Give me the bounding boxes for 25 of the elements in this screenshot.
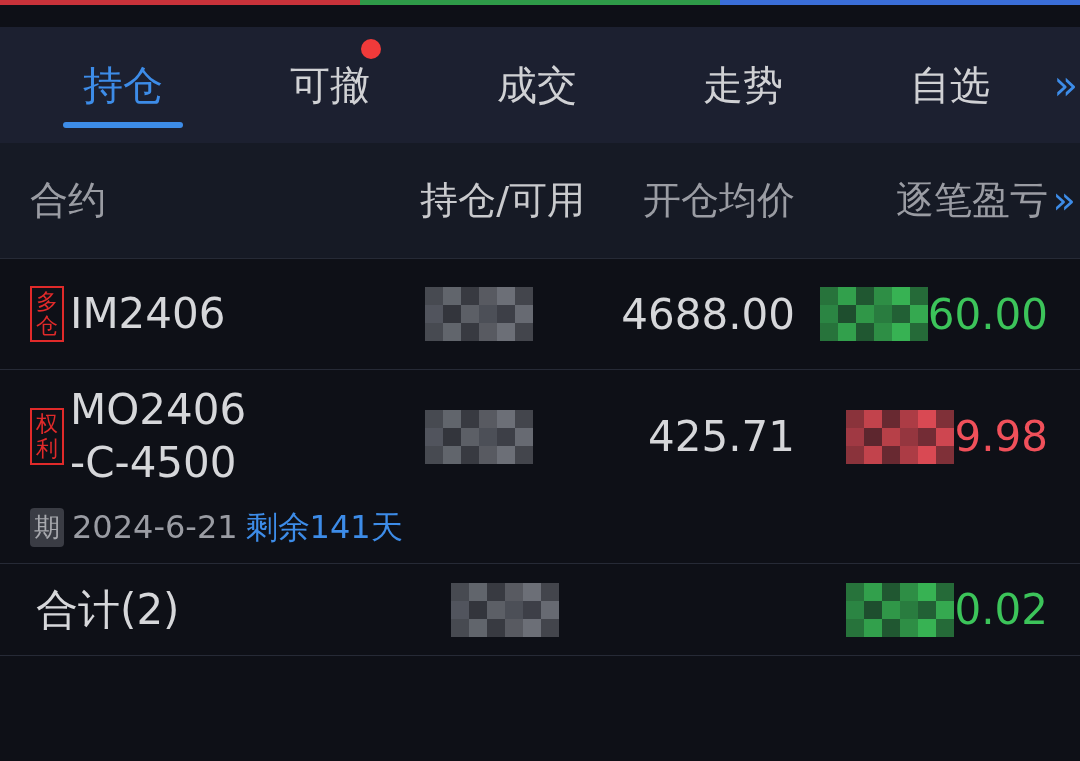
tab[interactable]: 自选 xyxy=(846,27,1054,143)
pnl-value: 9.98 xyxy=(954,411,1048,463)
pnl-value: 0.02 xyxy=(954,584,1048,636)
average-price: 4688.00 xyxy=(620,288,795,341)
expiry-date: 2024-6-21 xyxy=(72,507,238,548)
column-header: 逐笔盈亏 xyxy=(895,177,1048,224)
tab[interactable]: 走势 xyxy=(640,27,847,143)
more-columns-button[interactable]: » xyxy=(1048,172,1080,229)
average-price: 425.71 xyxy=(647,411,795,463)
pnl-value: 60.00 xyxy=(927,288,1048,341)
contract-code: -C-4500 xyxy=(70,436,238,489)
position-tag: 权利 xyxy=(30,408,64,465)
column-header: 持仓/可用 xyxy=(419,177,585,224)
tab[interactable]: 可撤 xyxy=(226,27,434,143)
column-header: 开仓均价 xyxy=(642,177,795,224)
tab[interactable]: 持仓 xyxy=(20,27,227,143)
tab[interactable]: 成交 xyxy=(433,27,641,143)
expiry-badge: 期 xyxy=(30,507,64,547)
more-tabs-button[interactable]: » xyxy=(1053,55,1080,115)
days-remaining: 剩余141天 xyxy=(245,507,403,548)
total-label: 合计(2) xyxy=(35,584,181,636)
contract-code: MO2406 xyxy=(70,384,247,436)
position-tag: 多仓 xyxy=(30,285,64,343)
column-header: 合约 xyxy=(29,177,107,224)
contract-code: IM2406 xyxy=(70,287,226,340)
